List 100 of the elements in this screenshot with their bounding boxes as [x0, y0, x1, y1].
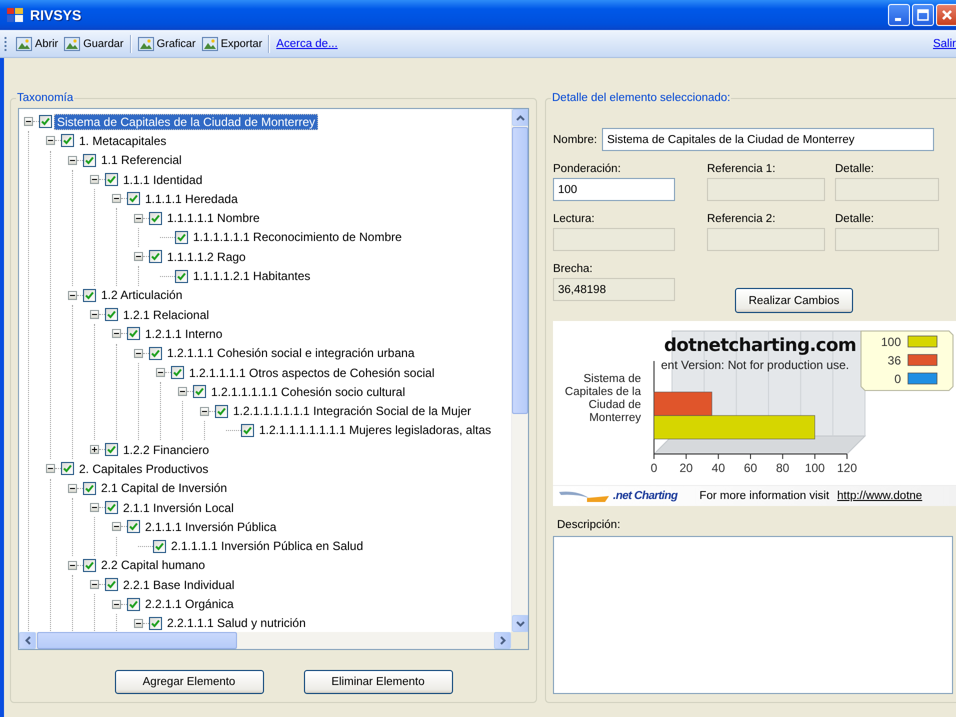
collapse-icon[interactable] [156, 368, 165, 377]
checkbox[interactable] [105, 443, 118, 456]
tree-item[interactable]: 1.2.1.1.1.1.1.1.1 Mujeres legisladoras, altas [256, 422, 494, 438]
tree-item[interactable]: 1.1.1 Identidad [120, 172, 206, 188]
collapse-icon[interactable] [68, 484, 77, 493]
checkbox[interactable] [61, 134, 74, 148]
checkbox[interactable] [105, 501, 118, 514]
scrollbar-thumb[interactable] [37, 632, 237, 649]
collapse-icon[interactable] [112, 329, 121, 338]
tree-item[interactable]: 1.1.1.1.2 Rago [164, 248, 249, 265]
website-link[interactable]: http://www.dotne [837, 490, 922, 502]
scroll-left-button[interactable] [19, 632, 36, 649]
checkbox[interactable] [127, 520, 140, 534]
tree-item[interactable]: 1.2.1.1.1.1.1 Cohesión socio cultural [208, 384, 408, 400]
action-button[interactable]: Agregar Elemento [114, 670, 264, 694]
collapse-icon[interactable] [68, 290, 77, 300]
toolbar-button[interactable]: Exportar [198, 34, 266, 54]
scroll-right-button[interactable] [494, 632, 511, 649]
checkbox[interactable] [175, 270, 188, 283]
checkbox[interactable] [241, 424, 254, 437]
tree-item[interactable]: 2.1 Capital de Inversión [98, 480, 230, 496]
close-button[interactable] [936, 4, 956, 26]
checkbox[interactable] [215, 404, 228, 418]
tree-item[interactable]: 1. Metacapitales [76, 132, 170, 149]
toolbar-button[interactable]: Graficar [134, 34, 199, 54]
checkbox[interactable] [127, 598, 140, 611]
collapse-icon[interactable] [68, 560, 77, 570]
tree-item[interactable]: 1.1.1.1 Heredada [142, 190, 241, 207]
apply-button[interactable]: Realizar Cambios [735, 288, 853, 313]
tree-item[interactable]: 1.1 Referencial [98, 152, 185, 168]
description-field[interactable] [553, 536, 953, 694]
checkbox[interactable] [105, 308, 118, 322]
checkbox[interactable] [171, 366, 184, 379]
tree-item[interactable]: 1.2.1.1.1.1.1.1 Integración Social de la Mujer [230, 403, 474, 420]
checkbox[interactable] [149, 346, 162, 360]
about-link[interactable]: Acerca de... [273, 38, 341, 50]
weight-field[interactable]: 100 [553, 178, 675, 201]
toolbar-button[interactable]: Guardar [61, 34, 127, 54]
collapse-icon[interactable] [134, 252, 143, 262]
tree-item[interactable]: 2.1.1.1 Inversión Pública [142, 518, 280, 535]
scroll-down-button[interactable] [512, 615, 528, 632]
checkbox[interactable] [39, 115, 52, 128]
tree-item[interactable]: 1.2 Articulación [98, 287, 186, 304]
collapse-icon[interactable] [90, 503, 99, 512]
checkbox[interactable] [105, 173, 118, 186]
checkbox[interactable] [83, 558, 96, 572]
checkbox[interactable] [105, 578, 118, 592]
collapse-icon[interactable] [134, 214, 143, 223]
collapse-icon[interactable] [178, 387, 187, 396]
collapse-icon[interactable] [90, 175, 99, 184]
tree-item[interactable]: 1.2.2 Financiero [120, 442, 212, 458]
expand-icon[interactable] [90, 445, 99, 454]
scrollbar-thumb[interactable] [512, 127, 528, 414]
tree-item[interactable]: 2.2 Capital humano [98, 557, 208, 574]
collapse-icon[interactable] [200, 406, 209, 416]
tree-item[interactable]: 2.2.1.1 Orgánica [142, 596, 237, 612]
tree-item[interactable]: 1.2.1.1.1 Cohesión social e integración urbana [164, 345, 418, 362]
scroll-up-button[interactable] [512, 109, 528, 126]
collapse-icon[interactable] [134, 618, 143, 628]
collapse-icon[interactable] [46, 464, 55, 474]
collapse-icon[interactable] [112, 522, 121, 532]
checkbox[interactable] [127, 327, 140, 340]
collapse-icon[interactable] [46, 136, 55, 146]
exit-link[interactable]: Salir [930, 38, 956, 50]
tree-item[interactable]: 1.1.1.1.1.1 Reconocimiento de Nombre [190, 229, 405, 246]
checkbox[interactable] [83, 482, 96, 495]
collapse-icon[interactable] [134, 348, 143, 358]
tree-item[interactable]: 1.2.1.1.1.1 Otros aspectos de Cohesión social [186, 364, 438, 380]
checkbox[interactable] [175, 230, 188, 244]
tree-item[interactable]: 2.2.1.1.1 Salud y nutrición [164, 615, 309, 632]
collapse-icon[interactable] [112, 194, 121, 204]
name-field[interactable]: Sistema de Capitales de la Ciudad de Monterrey [602, 128, 934, 151]
checkbox[interactable] [61, 462, 74, 476]
checkbox[interactable] [83, 154, 96, 167]
toolbar-button[interactable]: Abrir [13, 34, 62, 54]
tree-item[interactable]: Sistema de Capitales de la Ciudad de Monterrey [54, 114, 318, 130]
action-button[interactable]: Eliminar Elemento [304, 670, 452, 694]
toolbar-grip[interactable] [4, 36, 7, 52]
tree-item[interactable]: 1.2.1.1 Interno [142, 326, 226, 342]
checkbox[interactable] [149, 616, 162, 630]
checkbox[interactable] [149, 250, 162, 264]
tree-item[interactable]: 1.1.1.1.1 Nombre [164, 210, 263, 226]
collapse-icon[interactable] [112, 600, 121, 609]
tree-item[interactable]: 2.2.1 Base Individual [120, 576, 238, 593]
minimize-button[interactable] [888, 4, 910, 26]
tree-view[interactable] [18, 108, 529, 650]
checkbox[interactable] [193, 385, 206, 398]
checkbox[interactable] [153, 540, 166, 553]
checkbox[interactable] [149, 212, 162, 225]
collapse-icon[interactable] [24, 117, 33, 126]
collapse-icon[interactable] [90, 310, 99, 320]
tree-item[interactable]: 2.1.1.1.1 Inversión Pública en Salud [168, 538, 366, 554]
collapse-icon[interactable] [68, 156, 77, 165]
checkbox[interactable] [83, 288, 96, 302]
tree-item[interactable]: 1.1.1.1.2.1 Habitantes [190, 268, 314, 284]
maximize-button[interactable] [912, 4, 934, 26]
collapse-icon[interactable] [90, 580, 99, 590]
tree-item[interactable]: 2.1.1 Inversión Local [120, 500, 237, 516]
tree-item[interactable]: 2. Capitales Productivos [76, 460, 212, 477]
tree-item[interactable]: 1.2.1 Relacional [120, 306, 212, 323]
